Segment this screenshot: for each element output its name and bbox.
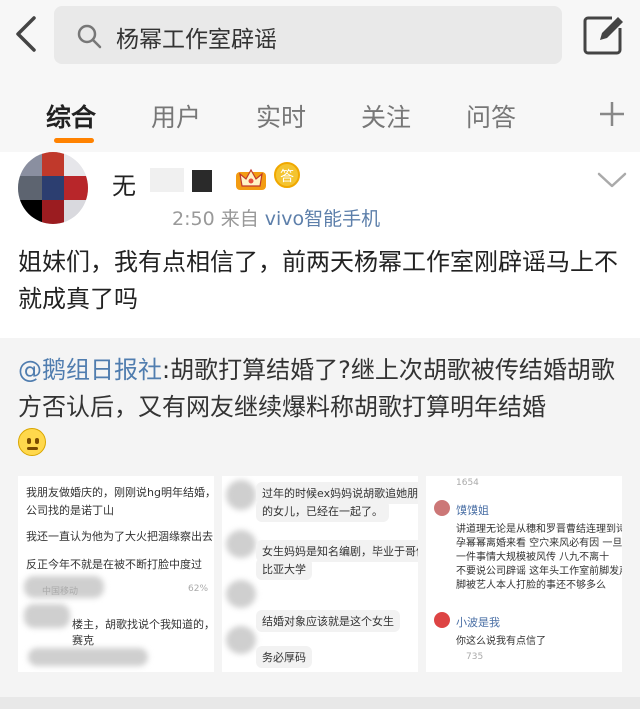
image-text: 结婚对象应该就是这个女生 bbox=[256, 610, 400, 632]
avatar bbox=[434, 500, 450, 516]
image-text: 不要说公司辟谣 这年头工作室前脚发声明后 bbox=[456, 566, 622, 577]
image-text: 中国移动 bbox=[42, 587, 79, 597]
image-text: 赛克 bbox=[72, 634, 94, 647]
post-meta: 2:50 来自 vivo智能手机 bbox=[172, 204, 380, 231]
repost-image-3[interactable]: 1654 馍馍姐 讲道理无论是从穗和罗晋曹结连理到诗诗怀 孕幂幂离婚来看 空穴来… bbox=[426, 476, 622, 672]
image-text: 楼主，胡歌找说个我知道的，请马 bbox=[72, 618, 214, 631]
image-text: 脚被艺人本人打脸的事还不够多么 bbox=[456, 580, 606, 591]
repost-image-2[interactable]: 过年的时候ex妈妈说胡歌追她朋友 的女儿，已经在一起了。 女生妈妈是知名编剧，毕… bbox=[222, 476, 418, 672]
tab-comprehensive[interactable]: 综合 bbox=[46, 98, 96, 134]
tab-qa[interactable]: 问答 bbox=[466, 98, 516, 134]
post-username[interactable]: 无 bbox=[112, 166, 136, 201]
top-bar: 杨幂工作室辟谣 bbox=[0, 0, 640, 70]
image-text: 一件事情大规模被风传 八九不离十 bbox=[456, 552, 610, 563]
image-text: 公司找的是诺丁山 bbox=[26, 504, 114, 517]
image-text: 小波是我 bbox=[456, 616, 500, 629]
image-text: 我还一直认为他为了大火把涸缘察出去了 bbox=[26, 530, 214, 543]
post-card: 无 答 2:50 来自 vivo智能手机 姐妹们，我有点相信了，前两天杨幂工作室… bbox=[0, 152, 640, 338]
avatar[interactable] bbox=[18, 152, 88, 224]
image-text: 你这么说我有点信了 bbox=[456, 636, 546, 647]
tab-users[interactable]: 用户 bbox=[151, 98, 201, 134]
image-text: 的女儿，已经在一起了。 bbox=[256, 500, 389, 522]
image-text: 62% bbox=[188, 584, 209, 594]
crown-icon bbox=[236, 168, 266, 190]
image-text: 1654 bbox=[456, 478, 479, 488]
image-text: 比亚大学 bbox=[256, 558, 312, 580]
active-tab-indicator bbox=[54, 138, 94, 143]
image-text: 735 bbox=[466, 652, 484, 662]
search-query: 杨幂工作室辟谣 bbox=[116, 27, 277, 53]
image-text: 我朋友做婚庆的，刚刚说hg明年结婚，婚庆 bbox=[26, 486, 214, 499]
repost-image-1[interactable]: 我朋友做婚庆的，刚刚说hg明年结婚，婚庆 公司找的是诺丁山 我还一直认为他为了大… bbox=[18, 476, 214, 672]
back-button[interactable] bbox=[10, 14, 44, 54]
image-text: 孕幂幂离婚来看 空穴来风必有因 一旦YLQ bbox=[456, 538, 622, 549]
answer-badge-icon: 答 bbox=[274, 162, 300, 188]
compose-button[interactable] bbox=[582, 14, 626, 56]
post-time: 2:50 bbox=[172, 208, 215, 230]
repost-mention[interactable]: @鹅组日报社 bbox=[18, 356, 162, 384]
repost-text: @鹅组日报社:胡歌打算结婚了?继上次胡歌被传结婚胡歌方否认后，又有网友继续爆料称… bbox=[18, 352, 630, 426]
image-text: 讲道理无论是从穗和罗晋曹结连理到诗诗怀 bbox=[456, 524, 622, 535]
avatar bbox=[434, 612, 450, 628]
post-text: 姐妹们，我有点相信了，前两天杨幂工作室刚辟谣马上不就成真了吗 bbox=[18, 248, 618, 313]
image-text: 馍馍姐 bbox=[456, 504, 489, 517]
tab-realtime[interactable]: 实时 bbox=[256, 98, 306, 134]
redaction-block bbox=[150, 168, 184, 192]
edit-icon bbox=[583, 16, 623, 55]
redaction-block bbox=[192, 170, 212, 192]
image-text: 反正今年不就是在被不断打脸中度过 bbox=[26, 558, 202, 571]
repost-block[interactable]: @鹅组日报社:胡歌打算结婚了?继上次胡歌被传结婚胡歌方否认后，又有网友继续爆料称… bbox=[0, 338, 640, 697]
chevron-down-icon[interactable] bbox=[596, 170, 628, 190]
post-source[interactable]: vivo智能手机 bbox=[265, 208, 380, 230]
thinking-emoji-icon bbox=[18, 428, 46, 456]
image-text: 务必厚码 bbox=[256, 646, 312, 668]
plus-icon[interactable] bbox=[598, 100, 626, 128]
tab-following[interactable]: 关注 bbox=[361, 98, 411, 134]
divider bbox=[0, 697, 640, 709]
search-icon bbox=[77, 24, 102, 49]
chevron-left-icon bbox=[16, 16, 36, 52]
tab-bar: 综合 用户 实时 关注 问答 bbox=[0, 70, 640, 152]
search-input[interactable]: 杨幂工作室辟谣 bbox=[54, 6, 562, 64]
post-source-prefix: 来自 bbox=[220, 208, 259, 230]
